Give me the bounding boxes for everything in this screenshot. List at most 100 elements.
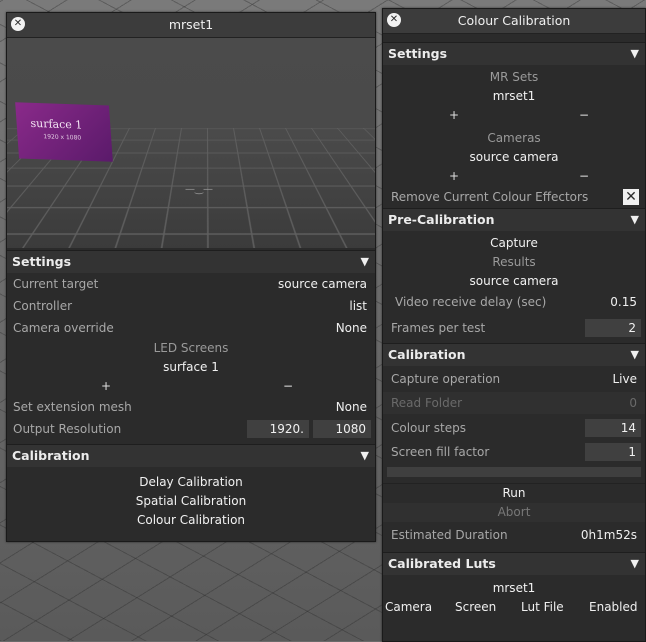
row-label: Capture operation: [391, 372, 501, 386]
settings-section-header[interactable]: Settings ▼: [7, 250, 375, 273]
camera-override-row[interactable]: Camera override None: [7, 317, 375, 339]
led-screens-add-remove: + −: [7, 377, 375, 396]
row-label: Video receive delay (sec): [395, 295, 547, 309]
3d-viewport[interactable]: surface 1 1920 x 1080 —‿—: [7, 38, 375, 248]
colour-calibration-titlebar: ✕ Colour Calibration: [383, 9, 645, 34]
cameras-add-remove: + −: [383, 167, 645, 186]
collapse-triangle-icon[interactable]: ▼: [361, 251, 369, 273]
progress-bar: [387, 467, 641, 477]
row-label: Frames per test: [391, 321, 486, 335]
output-resolution-row: Output Resolution 1920. 1080: [7, 418, 375, 440]
row-value[interactable]: source camera: [278, 273, 367, 295]
column-header: Enabled: [589, 600, 638, 614]
colour-steps-row: Colour steps 14: [383, 417, 645, 439]
row-label: Read Folder: [391, 396, 463, 410]
row-label: Controller: [13, 299, 73, 313]
mr-sets-add-remove: + −: [383, 106, 645, 125]
column-header: Screen: [455, 600, 497, 614]
camera-item[interactable]: source camera: [383, 148, 645, 167]
resolution-width-field[interactable]: 1920.: [247, 420, 309, 438]
section-title: Settings: [12, 254, 72, 269]
add-button[interactable]: +: [101, 377, 111, 396]
run-button[interactable]: Run: [383, 483, 645, 503]
video-delay-value[interactable]: 0.15: [610, 291, 637, 313]
cameras-label: Cameras: [487, 131, 541, 145]
collapse-triangle-icon[interactable]: ▼: [631, 209, 639, 231]
section-title: Calibrated Luts: [388, 556, 496, 571]
section-title: Settings: [388, 46, 448, 61]
row-label: Camera override: [13, 321, 114, 335]
luts-table-header: Camera Screen Lut File Enabled: [383, 598, 645, 616]
panel-title: mrset1: [168, 17, 214, 32]
panel-title: Colour Calibration: [457, 13, 571, 28]
collapse-triangle-icon[interactable]: ▼: [631, 553, 639, 575]
read-folder-value: 0: [629, 396, 637, 410]
remove-effectors-checkbox[interactable]: ✕: [623, 189, 639, 205]
logo-subtext: 1920 x 1080: [43, 133, 82, 142]
section-title: Pre-Calibration: [388, 212, 495, 227]
colour-calibration-button[interactable]: Colour Calibration: [7, 511, 375, 530]
resolution-height-field[interactable]: 1080: [313, 420, 371, 438]
collapse-triangle-icon[interactable]: ▼: [361, 445, 369, 467]
row-label: Remove Current Colour Effectors: [391, 190, 589, 204]
mrset-panel: ✕ mrset1 surface 1 1920 x 1080 —‿— Setti…: [6, 12, 376, 542]
read-folder-row: Read Folder 0: [383, 392, 645, 414]
frames-per-test-field[interactable]: 2: [585, 319, 641, 337]
calibration-section-header[interactable]: Calibration ▼: [383, 343, 645, 366]
estimated-duration-value: 0h1m52s: [580, 528, 637, 542]
add-button[interactable]: +: [449, 167, 459, 186]
delay-calibration-button[interactable]: Delay Calibration: [7, 473, 375, 492]
row-label: Estimated Duration: [391, 528, 508, 542]
colour-calibration-panel: ✕ Colour Calibration Settings ▼ MR Sets …: [382, 8, 646, 642]
capture-button[interactable]: Capture: [383, 234, 645, 253]
mrset-titlebar: ✕ mrset1: [7, 13, 375, 38]
abort-button[interactable]: Abort: [383, 503, 645, 522]
fill-factor-field[interactable]: 1: [585, 443, 641, 461]
remove-button[interactable]: −: [283, 377, 293, 396]
close-icon[interactable]: ✕: [11, 17, 25, 31]
section-title: Calibration: [388, 347, 466, 362]
row-value[interactable]: None: [336, 317, 367, 339]
calibration-section-header[interactable]: Calibration ▼: [7, 444, 375, 467]
colour-steps-field[interactable]: 14: [585, 419, 641, 437]
controller-row[interactable]: Controller list: [7, 295, 375, 317]
video-delay-row[interactable]: Video receive delay (sec) 0.15: [383, 291, 645, 313]
led-screen-preview: surface 1 1920 x 1080: [15, 102, 113, 162]
remove-effectors-row[interactable]: Remove Current Colour Effectors ✕: [383, 186, 645, 208]
capture-operation-value[interactable]: Live: [612, 366, 637, 392]
current-target-row[interactable]: Current target source camera: [7, 273, 375, 295]
estimated-duration-row: Estimated Duration 0h1m52s: [383, 522, 645, 548]
led-screen-item[interactable]: surface 1: [7, 358, 375, 377]
spatial-calibration-button[interactable]: Spatial Calibration: [7, 492, 375, 511]
column-header: Camera: [385, 600, 433, 614]
results-item[interactable]: source camera: [383, 272, 645, 291]
close-icon[interactable]: ✕: [387, 13, 401, 27]
row-label: Current target: [13, 277, 99, 291]
lut-set-name: mrset1: [492, 581, 536, 595]
settings-section-header[interactable]: Settings ▼: [383, 42, 645, 65]
fill-factor-row: Screen fill factor 1: [383, 441, 645, 463]
mr-sets-label: MR Sets: [489, 70, 539, 84]
precalibration-section-header[interactable]: Pre-Calibration ▼: [383, 208, 645, 231]
row-label: Output Resolution: [13, 422, 122, 436]
collapse-triangle-icon[interactable]: ▼: [631, 43, 639, 65]
results-label: Results: [492, 255, 536, 269]
calibrated-luts-section-header[interactable]: Calibrated Luts ▼: [383, 552, 645, 575]
capture-operation-row[interactable]: Capture operation Live: [383, 366, 645, 392]
row-value[interactable]: list: [349, 295, 367, 317]
section-title: Calibration: [12, 448, 90, 463]
remove-button[interactable]: −: [579, 167, 589, 186]
column-header: Lut File: [521, 600, 564, 614]
extension-mesh-row[interactable]: Set extension mesh None: [7, 396, 375, 418]
row-label: Colour steps: [391, 421, 466, 435]
mr-set-item[interactable]: mrset1: [383, 87, 645, 106]
row-value[interactable]: None: [336, 396, 367, 418]
collapse-triangle-icon[interactable]: ▼: [631, 344, 639, 366]
row-label: Set extension mesh: [13, 400, 132, 414]
led-screens-label: LED Screens: [153, 341, 229, 355]
row-label: Screen fill factor: [391, 445, 490, 459]
add-button[interactable]: +: [449, 106, 459, 125]
crosshair-icon: —‿—: [185, 184, 214, 195]
logo-text: surface 1: [30, 116, 83, 132]
remove-button[interactable]: −: [579, 106, 589, 125]
